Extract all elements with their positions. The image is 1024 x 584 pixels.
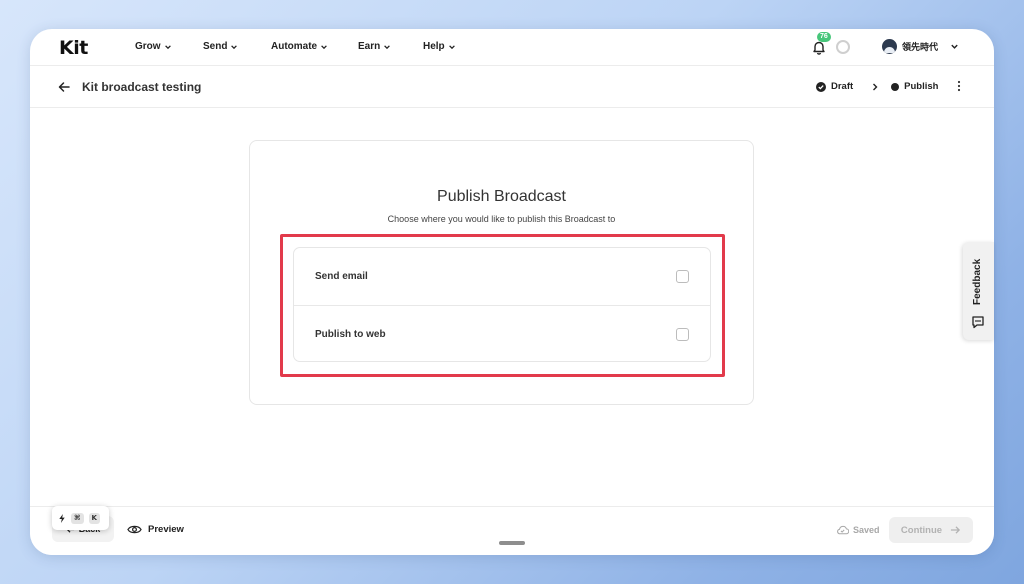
feedback-tab[interactable]: Feedback	[963, 242, 994, 340]
step-indicator: Draft Publish	[816, 81, 938, 92]
kbd-k: K	[88, 512, 100, 524]
preview-button[interactable]: Preview	[127, 524, 184, 535]
chevron-down-icon	[321, 44, 327, 49]
nav-automate-label: Automate	[271, 41, 318, 52]
feedback-label: Feedback	[972, 258, 983, 305]
arrow-left-icon[interactable]	[57, 80, 71, 94]
nav-earn-label: Earn	[358, 41, 381, 52]
avatar	[882, 39, 897, 54]
cloud-check-icon	[837, 525, 849, 535]
current-step-dot-icon	[891, 82, 900, 91]
home-indicator	[499, 541, 525, 545]
nav-help[interactable]: Help	[423, 41, 456, 52]
account-menu[interactable]: 領先時代	[882, 39, 959, 54]
nav-grow-label: Grow	[135, 41, 161, 52]
step-publish[interactable]: Publish	[904, 81, 938, 92]
chevron-down-icon	[384, 44, 391, 49]
footer-bar: Back ⌘ K Preview Saved Continue	[30, 506, 994, 555]
preview-label: Preview	[148, 524, 184, 535]
saved-label: Saved	[853, 525, 880, 535]
notification-badge: 76	[817, 32, 831, 42]
top-navigation: Kit Grow Send Automate Earn Help 76 領先時代	[30, 29, 994, 66]
card-subtitle: Choose where you would like to publish t…	[387, 214, 616, 224]
continue-button[interactable]: Continue	[889, 517, 973, 543]
chevron-down-icon	[951, 44, 958, 49]
more-options-icon[interactable]	[955, 79, 963, 93]
kit-logo[interactable]: Kit	[59, 37, 88, 59]
option-publish-to-web-label: Publish to web	[315, 328, 386, 340]
option-send-email-label: Send email	[315, 271, 368, 282]
app-window: Kit Grow Send Automate Earn Help 76 領先時代…	[30, 29, 994, 555]
nav-automate[interactable]: Automate	[271, 41, 328, 52]
kbd-command: ⌘	[71, 512, 84, 524]
check-circle-icon	[816, 81, 826, 92]
account-name: 領先時代	[902, 42, 939, 52]
broadcast-header: Kit broadcast testing Draft Publish	[30, 66, 994, 108]
nav-send-label: Send	[203, 41, 228, 52]
step-draft[interactable]: Draft	[831, 81, 853, 92]
shortcut-popover[interactable]: ⌘ K	[52, 506, 109, 530]
nav-help-label: Help	[423, 41, 445, 52]
nav-earn[interactable]: Earn	[358, 41, 391, 52]
lightning-icon	[59, 513, 65, 523]
chevron-down-icon	[448, 44, 455, 49]
chat-bubble-icon	[972, 316, 984, 329]
publish-broadcast-card: Publish Broadcast Choose where you would…	[249, 140, 754, 405]
arrow-right-icon	[950, 526, 961, 534]
nav-grow[interactable]: Grow	[135, 41, 172, 52]
option-send-email[interactable]: Send email	[294, 248, 710, 305]
continue-label: Continue	[900, 524, 943, 536]
saved-status: Saved	[836, 525, 880, 535]
page-title: Kit broadcast testing	[82, 80, 202, 94]
option-publish-to-web[interactable]: Publish to web	[294, 305, 710, 361]
publish-options-list: Send email Publish to web	[293, 247, 711, 362]
send-email-checkbox[interactable]	[676, 270, 689, 283]
card-title: Publish Broadcast	[437, 188, 566, 205]
loading-ring-icon	[836, 40, 850, 54]
publish-to-web-checkbox[interactable]	[676, 327, 689, 341]
chevron-down-icon	[231, 44, 238, 49]
chevron-down-icon	[164, 44, 171, 49]
nav-send[interactable]: Send	[203, 41, 238, 52]
chevron-right-icon	[873, 83, 878, 90]
eye-icon	[127, 525, 142, 534]
